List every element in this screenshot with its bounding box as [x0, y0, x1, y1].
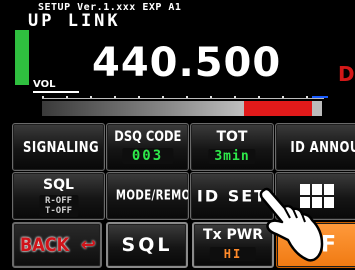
frequency-display: 440.500 — [92, 40, 282, 86]
dsq-code-value: 003 — [121, 148, 174, 164]
dsq-code-label: DSQ CODE — [114, 129, 182, 145]
meter-peak-marker — [312, 96, 328, 98]
pointing-hand-icon — [259, 187, 324, 262]
back-button[interactable]: BACK ↩ — [12, 222, 102, 268]
sql-key-label: SQL — [121, 234, 173, 256]
id-announce-button[interactable]: ID ANNOUNC — [275, 123, 355, 171]
vol-underline — [33, 91, 79, 93]
dsq-code-button[interactable]: DSQ CODE 003 — [106, 123, 189, 171]
sql-key-button[interactable]: SQL — [106, 222, 188, 268]
tot-value: 3min — [208, 149, 256, 164]
sql-value-line1: R-OFF — [44, 196, 73, 206]
sql-value: R-OFF T-OFF — [38, 195, 79, 217]
meter-baseline — [42, 98, 324, 99]
signal-meter-red-zone — [244, 101, 312, 116]
signaling-label: SIGNALING — [23, 138, 99, 156]
band-label: UP LINK — [28, 11, 121, 31]
vol-label: VOL — [33, 79, 56, 90]
signal-meter-tail — [312, 101, 322, 116]
tot-label: TOT — [216, 129, 248, 145]
sql-type-button[interactable]: SQL R-OFF T-OFF — [12, 172, 105, 220]
back-label: BACK — [20, 234, 70, 256]
signaling-button[interactable]: SIGNALING — [12, 123, 105, 171]
sql-label: SQL — [43, 177, 74, 193]
tot-button[interactable]: TOT 3min — [190, 123, 274, 171]
sql-value-line2: T-OFF — [44, 206, 73, 216]
id-announce-label: ID ANNOUNC — [290, 138, 355, 156]
tx-power-value: HI — [209, 247, 257, 261]
mode-remote-button[interactable]: MODE/REMOTE — [106, 172, 189, 220]
signal-indicator-bar — [15, 30, 29, 85]
back-arrow-icon: ↩ — [80, 234, 96, 256]
mode-tag: DN — [338, 62, 355, 86]
mode-remote-label: MODE/REMOTE — [115, 188, 188, 204]
